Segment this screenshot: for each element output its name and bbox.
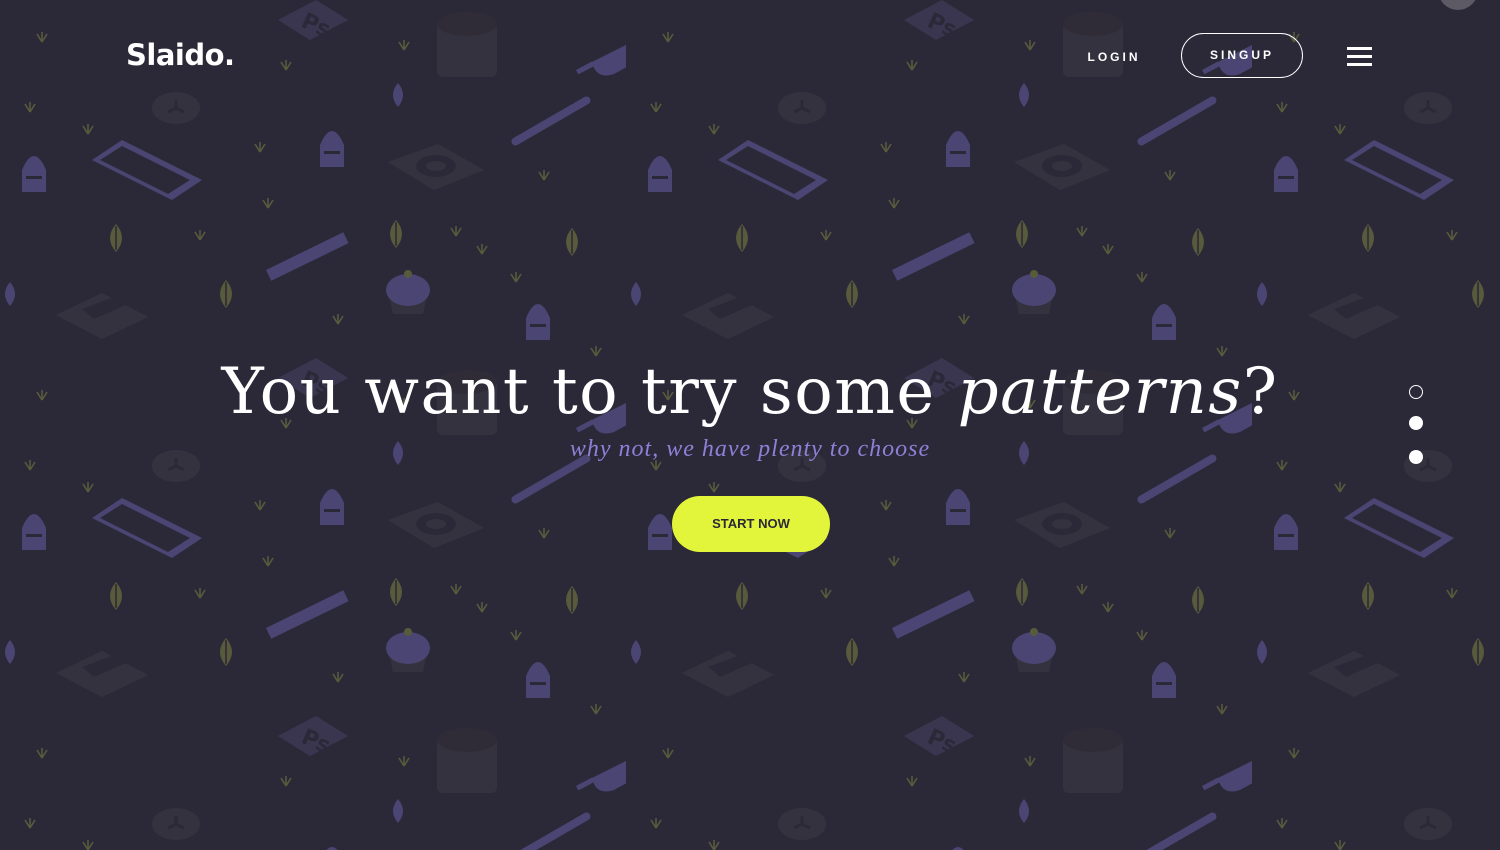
headline-suffix: ?: [1242, 355, 1279, 429]
hero-subline: why not, we have plenty to choose: [569, 436, 931, 462]
hamburger-menu-icon[interactable]: [1347, 47, 1373, 67]
hero-section: Ps: [0, 0, 1500, 850]
brand-logo[interactable]: Slaido.: [126, 38, 235, 72]
slide-pagination: [1408, 385, 1424, 465]
hero-headline: You want to try some patterns?: [0, 352, 1500, 432]
start-now-button[interactable]: START NOW: [672, 496, 830, 552]
slide-dot-2[interactable]: [1409, 416, 1423, 430]
headline-prefix: You want to try some: [221, 355, 958, 429]
headline-emphasis: patterns: [957, 355, 1243, 429]
login-link[interactable]: LOGIN: [1078, 44, 1150, 70]
slide-dot-1[interactable]: [1409, 385, 1423, 399]
slide-dot-3[interactable]: [1409, 450, 1423, 464]
signup-button[interactable]: SINGUP: [1181, 33, 1303, 78]
